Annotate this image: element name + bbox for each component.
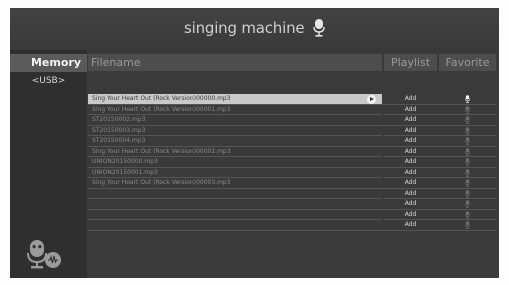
table-row[interactable]: ST20150004.mp3 Add — [88, 136, 496, 147]
table-row[interactable]: Sing Your Heart Out (Rock Version)00002.… — [88, 146, 496, 157]
sidebar-title-memory[interactable]: Memory — [10, 54, 87, 72]
filename-cell[interactable]: Sing Your Heart Out (Rock Version)00003.… — [92, 178, 378, 188]
table-row[interactable]: Sing Your Heart Out (Rock Version)00001.… — [88, 104, 496, 115]
table-row[interactable]: Sing Your Heart Out (Rock Version)00003.… — [88, 178, 496, 189]
add-to-playlist-button[interactable]: Add — [384, 210, 437, 220]
column-header-filename: Filename — [88, 54, 382, 71]
sidebar: Memory <USB> — [10, 50, 87, 278]
add-to-playlist-button[interactable]: Add — [384, 115, 437, 125]
sidebar-source-usb[interactable]: <USB> — [10, 74, 87, 88]
add-to-playlist-button[interactable]: Add — [384, 189, 437, 199]
filename-cell[interactable]: Sing Your Heart Out (Rock Version)00002.… — [92, 147, 378, 157]
add-to-playlist-button[interactable]: Add — [384, 178, 437, 188]
filename-cell[interactable]: Sing Your Heart Out (Rock Version)00001.… — [92, 105, 378, 115]
favorite-microphone-icon[interactable] — [439, 221, 496, 233]
table-row[interactable]: Sing Your Heart Out (Rock Version)00000.… — [88, 94, 496, 105]
add-to-playlist-button[interactable]: Add — [384, 136, 437, 146]
table-row[interactable]: Add — [88, 209, 496, 220]
add-to-playlist-button[interactable]: Add — [384, 126, 437, 136]
column-header-playlist: Playlist — [384, 54, 437, 71]
add-to-playlist-button[interactable]: Add — [384, 168, 437, 178]
karaoke-screen: singing machine Memory <USB> Filename Pl… — [10, 8, 499, 278]
add-to-playlist-button[interactable]: Add — [384, 94, 437, 104]
add-to-playlist-button[interactable]: Add — [384, 105, 437, 115]
table-row[interactable]: UNION20150001.mp3 Add — [88, 167, 496, 178]
filename-cell[interactable]: Sing Your Heart Out (Rock Version)00000.… — [92, 94, 378, 104]
song-table: Filename Playlist Favorite Sing Your Hea… — [88, 54, 496, 274]
table-row[interactable]: Add — [88, 220, 496, 231]
add-to-playlist-button[interactable]: Add — [384, 199, 437, 209]
add-to-playlist-button[interactable]: Add — [384, 220, 437, 230]
table-row[interactable]: Add — [88, 188, 496, 199]
table-row[interactable]: ST20150002.mp3 Add — [88, 115, 496, 126]
top-bar: singing machine — [10, 8, 499, 50]
song-list: Sing Your Heart Out (Rock Version)00000.… — [88, 94, 496, 231]
filename-cell[interactable]: ST20150003.mp3 — [92, 126, 378, 136]
add-to-playlist-button[interactable]: Add — [384, 157, 437, 167]
brand-logo: singing machine — [10, 19, 499, 37]
brand-text: singing machine — [183, 19, 305, 37]
microphone-icon — [313, 19, 325, 37]
filename-cell[interactable]: ST20150002.mp3 — [92, 115, 378, 125]
filename-cell[interactable]: UNION20150000.mp3 — [92, 157, 378, 167]
column-header-favorite: Favorite — [439, 54, 496, 71]
microphone-soundwave-icon — [26, 240, 62, 274]
table-row[interactable]: UNION20150000.mp3 Add — [88, 157, 496, 168]
table-row[interactable]: Add — [88, 199, 496, 210]
filename-cell[interactable]: UNION20150001.mp3 — [92, 168, 378, 178]
filename-cell[interactable]: ST20150004.mp3 — [92, 136, 378, 146]
table-row[interactable]: ST20150003.mp3 Add — [88, 125, 496, 136]
play-icon[interactable] — [367, 94, 376, 104]
add-to-playlist-button[interactable]: Add — [384, 147, 437, 157]
